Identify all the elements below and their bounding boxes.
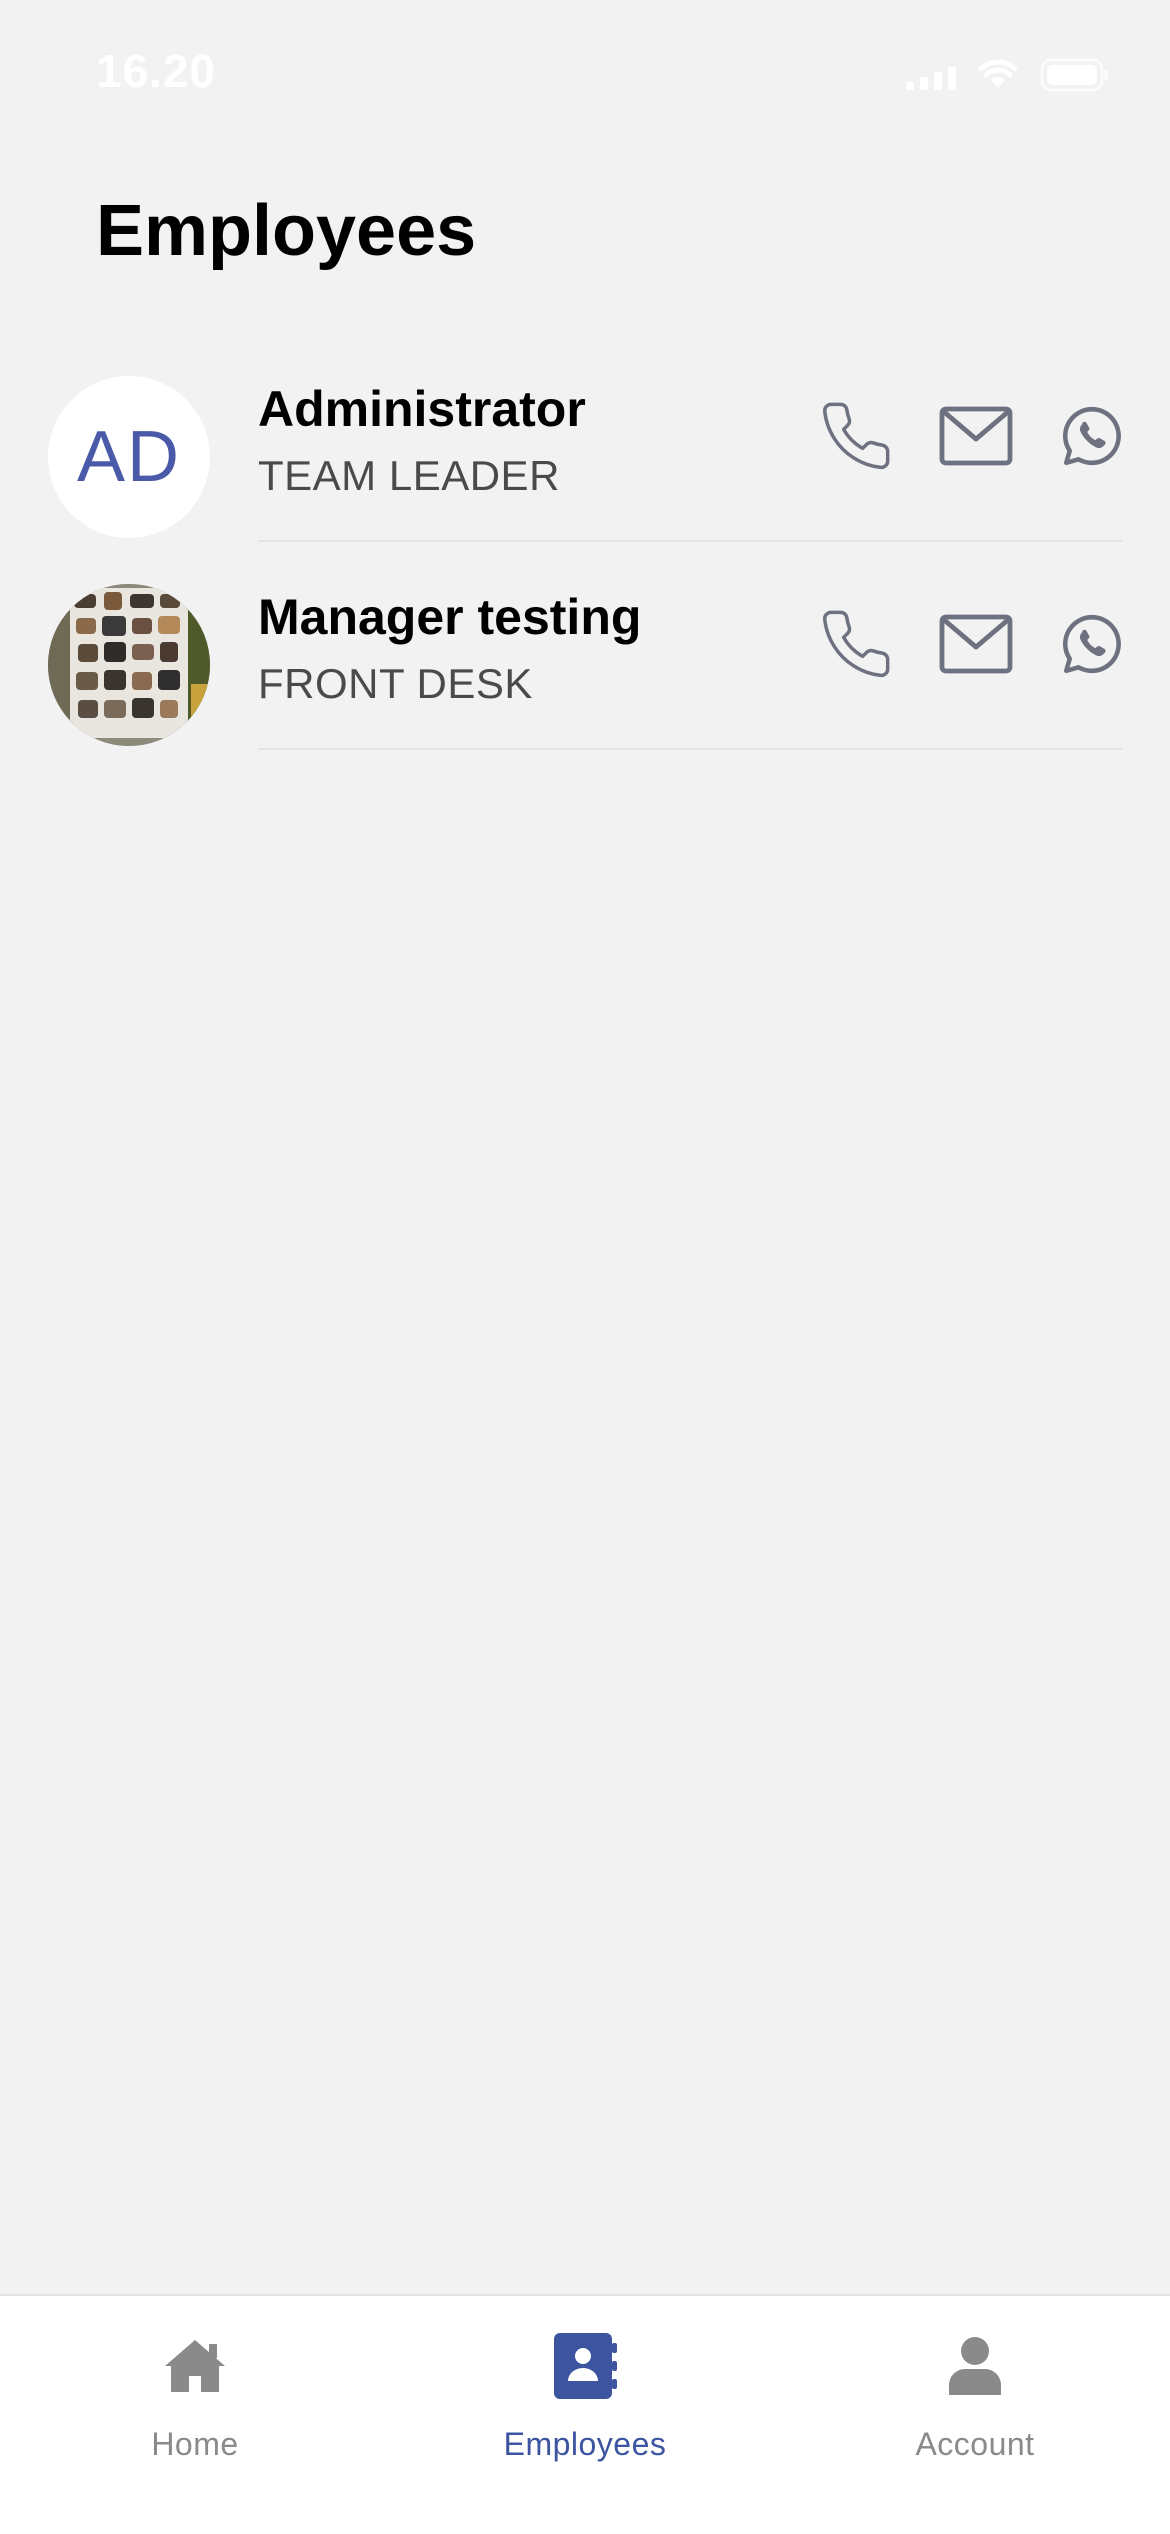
tab-bar: Home Employees Account <box>0 2294 1170 2534</box>
employee-role: TEAM LEADER <box>258 452 560 499</box>
avatar-initials: AD <box>76 417 182 497</box>
employee-list: AD Administrator TEAM LEADER Manager tes… <box>0 370 1170 786</box>
mail-icon[interactable] <box>936 604 1016 684</box>
tab-account[interactable]: Account <box>780 2296 1170 2534</box>
avatar-photo <box>48 584 210 746</box>
tab-label: Account <box>915 2426 1035 2462</box>
avatar <box>48 584 210 746</box>
tab-label: Home <box>151 2426 239 2462</box>
mail-icon[interactable] <box>936 396 1016 476</box>
phone-icon[interactable] <box>816 396 896 476</box>
status-bar: 16.20 <box>0 0 1170 150</box>
tab-home[interactable]: Home <box>0 2296 390 2534</box>
contacts-book-icon <box>545 2326 625 2406</box>
page-title: Employees <box>96 191 477 271</box>
status-icons <box>906 58 1110 92</box>
employee-role: FRONT DESK <box>258 660 533 707</box>
employee-name: Administrator <box>258 381 586 437</box>
row-divider <box>258 748 1122 750</box>
employee-name: Manager testing <box>258 589 642 645</box>
tab-employees[interactable]: Employees <box>390 2296 780 2534</box>
home-icon <box>155 2326 235 2406</box>
person-icon <box>935 2326 1015 2406</box>
wifi-icon <box>978 60 1018 90</box>
avatar: AD <box>48 376 210 538</box>
whatsapp-icon[interactable] <box>1052 604 1132 684</box>
battery-icon <box>1040 58 1110 92</box>
list-item[interactable]: AD Administrator TEAM LEADER <box>0 370 1170 578</box>
phone-icon[interactable] <box>816 604 896 684</box>
list-item[interactable]: Manager testing FRONT DESK <box>0 578 1170 786</box>
whatsapp-icon[interactable] <box>1052 396 1132 476</box>
signal-icon <box>906 60 956 90</box>
tab-label: Employees <box>503 2426 667 2462</box>
row-divider <box>258 540 1122 542</box>
status-time: 16.20 <box>96 45 217 97</box>
